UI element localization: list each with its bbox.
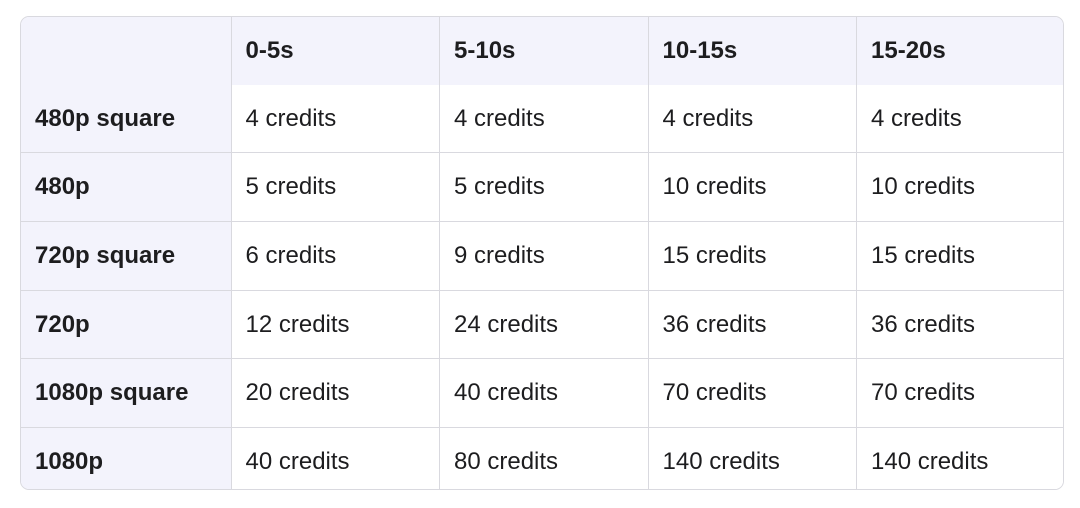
table-cell: 80 credits [439,427,649,489]
row-header: 1080p square [21,358,232,429]
table-cell: 140 credits [647,427,857,489]
row-header: 1080p [21,427,232,489]
table-cell: 12 credits [230,289,440,360]
header-corner-cell [21,17,232,85]
column-header: 10-15s [647,17,857,85]
table-cell: 4 credits [230,84,440,154]
header-row: 0-5s 5-10s 10-15s 15-20s [21,17,1063,85]
table-row: 480p 5 credits 5 credits 10 credits 10 c… [21,152,1063,223]
pricing-table: 0-5s 5-10s 10-15s 15-20s 480p square 4 c… [21,17,1063,489]
table-cell: 9 credits [439,221,649,291]
table-cell: 15 credits [856,221,1063,291]
table-cell: 36 credits [856,289,1063,360]
table-cell: 140 credits [856,427,1063,489]
table-cell: 36 credits [647,289,857,360]
row-header: 720p square [21,221,232,291]
table-cell: 5 credits [230,152,440,223]
table-cell: 10 credits [647,152,857,223]
table-body: 480p square 4 credits 4 credits 4 credit… [21,84,1063,489]
table-cell: 4 credits [856,84,1063,154]
table-row: 720p square 6 credits 9 credits 15 credi… [21,221,1063,291]
table-row: 480p square 4 credits 4 credits 4 credit… [21,84,1063,154]
row-header: 480p square [21,84,232,154]
table-cell: 4 credits [647,84,857,154]
pricing-table-container: 0-5s 5-10s 10-15s 15-20s 480p square 4 c… [20,16,1064,490]
column-header: 15-20s [856,17,1063,85]
table-row: 1080p 40 credits 80 credits 140 credits … [21,427,1063,489]
row-header: 720p [21,289,232,360]
table-cell: 6 credits [230,221,440,291]
table-header: 0-5s 5-10s 10-15s 15-20s [21,17,1063,85]
table-row: 1080p square 20 credits 40 credits 70 cr… [21,358,1063,429]
table-cell: 70 credits [856,358,1063,429]
table-cell: 4 credits [439,84,649,154]
table-cell: 40 credits [230,427,440,489]
table-cell: 20 credits [230,358,440,429]
table-cell: 15 credits [647,221,857,291]
table-cell: 40 credits [439,358,649,429]
table-cell: 70 credits [647,358,857,429]
column-header: 0-5s [230,17,440,85]
table-cell: 24 credits [439,289,649,360]
table-row: 720p 12 credits 24 credits 36 credits 36… [21,289,1063,360]
table-cell: 10 credits [856,152,1063,223]
table-cell: 5 credits [439,152,649,223]
row-header: 480p [21,152,232,223]
column-header: 5-10s [439,17,649,85]
